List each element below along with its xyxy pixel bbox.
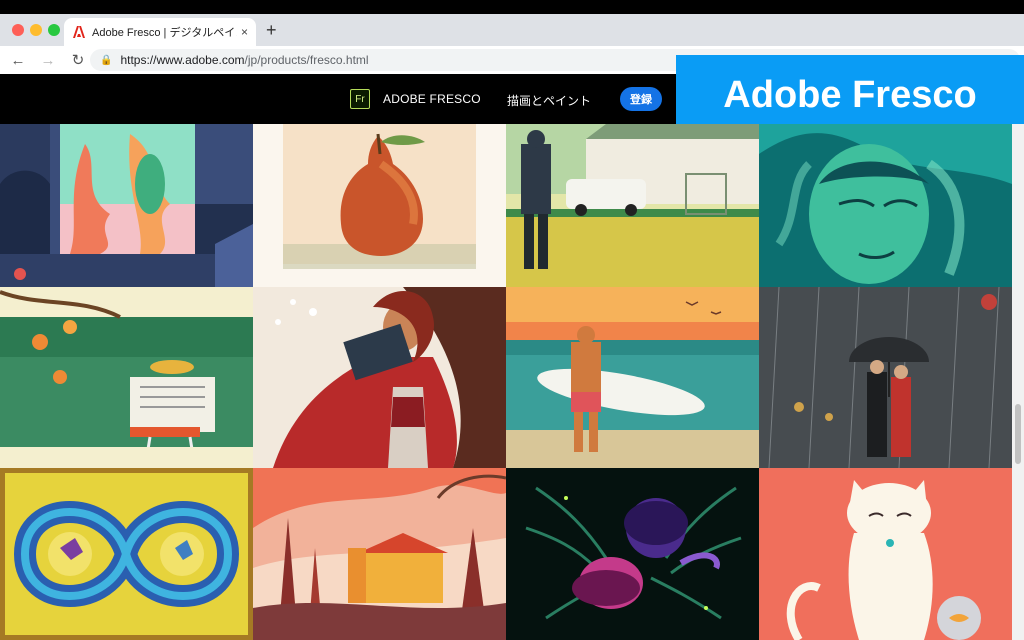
lock-icon: 🔒 bbox=[100, 54, 113, 66]
page-scrollbar[interactable] bbox=[1012, 124, 1024, 640]
browser-window: Adobe Fresco | デジタルペインテ × + ← → ↻ 🔒 http… bbox=[0, 0, 1024, 640]
fresco-logo-icon[interactable]: Fr bbox=[350, 89, 370, 109]
dragon-infinity-art[interactable] bbox=[0, 468, 253, 640]
cat-fishbowl-art[interactable] bbox=[759, 468, 1012, 640]
url-path: /jp/products/fresco.html bbox=[244, 53, 369, 67]
maximize-window-button[interactable] bbox=[48, 24, 60, 36]
pear-art[interactable] bbox=[253, 124, 506, 287]
reload-button[interactable]: ↻ bbox=[66, 51, 90, 69]
tuscany-landscape-art[interactable] bbox=[253, 468, 506, 640]
teal-portrait-art[interactable] bbox=[759, 124, 1012, 287]
tab-close-icon[interactable]: × bbox=[241, 25, 248, 39]
rain-umbrella-art[interactable] bbox=[759, 287, 1012, 468]
title-overlay: Adobe Fresco bbox=[676, 55, 1024, 135]
abstract-window-art[interactable] bbox=[0, 124, 253, 287]
surfer-sunset-art[interactable] bbox=[506, 287, 759, 468]
overlay-title: Adobe Fresco bbox=[723, 73, 977, 116]
palm-faces-art[interactable] bbox=[506, 468, 759, 640]
book-woman-art[interactable] bbox=[253, 287, 506, 468]
url-host: https://www.adobe.com bbox=[120, 53, 245, 67]
adobe-favicon-icon bbox=[72, 25, 86, 39]
art-gallery-grid bbox=[0, 124, 1012, 640]
newspaper-reader-art[interactable] bbox=[0, 287, 253, 468]
minimize-window-button[interactable] bbox=[30, 24, 42, 36]
back-button[interactable]: ← bbox=[6, 52, 30, 69]
signup-button[interactable]: 登録 bbox=[620, 87, 662, 111]
browser-tab[interactable]: Adobe Fresco | デジタルペインテ × bbox=[64, 18, 256, 46]
scrollbar-thumb[interactable] bbox=[1015, 404, 1021, 464]
url-text: https://www.adobe.com/jp/products/fresco… bbox=[120, 53, 368, 67]
nav-link-paint[interactable]: 描画とペイント bbox=[507, 92, 591, 109]
close-window-button[interactable] bbox=[12, 24, 24, 36]
tab-title: Adobe Fresco | デジタルペインテ bbox=[92, 27, 237, 39]
tab-strip: Adobe Fresco | デジタルペインテ × + bbox=[0, 14, 1024, 46]
new-tab-button[interactable]: + bbox=[266, 20, 277, 41]
product-name-link[interactable]: ADOBE FRESCO bbox=[383, 92, 481, 106]
street-scene-art[interactable] bbox=[506, 124, 759, 287]
forward-button[interactable]: → bbox=[36, 52, 60, 69]
